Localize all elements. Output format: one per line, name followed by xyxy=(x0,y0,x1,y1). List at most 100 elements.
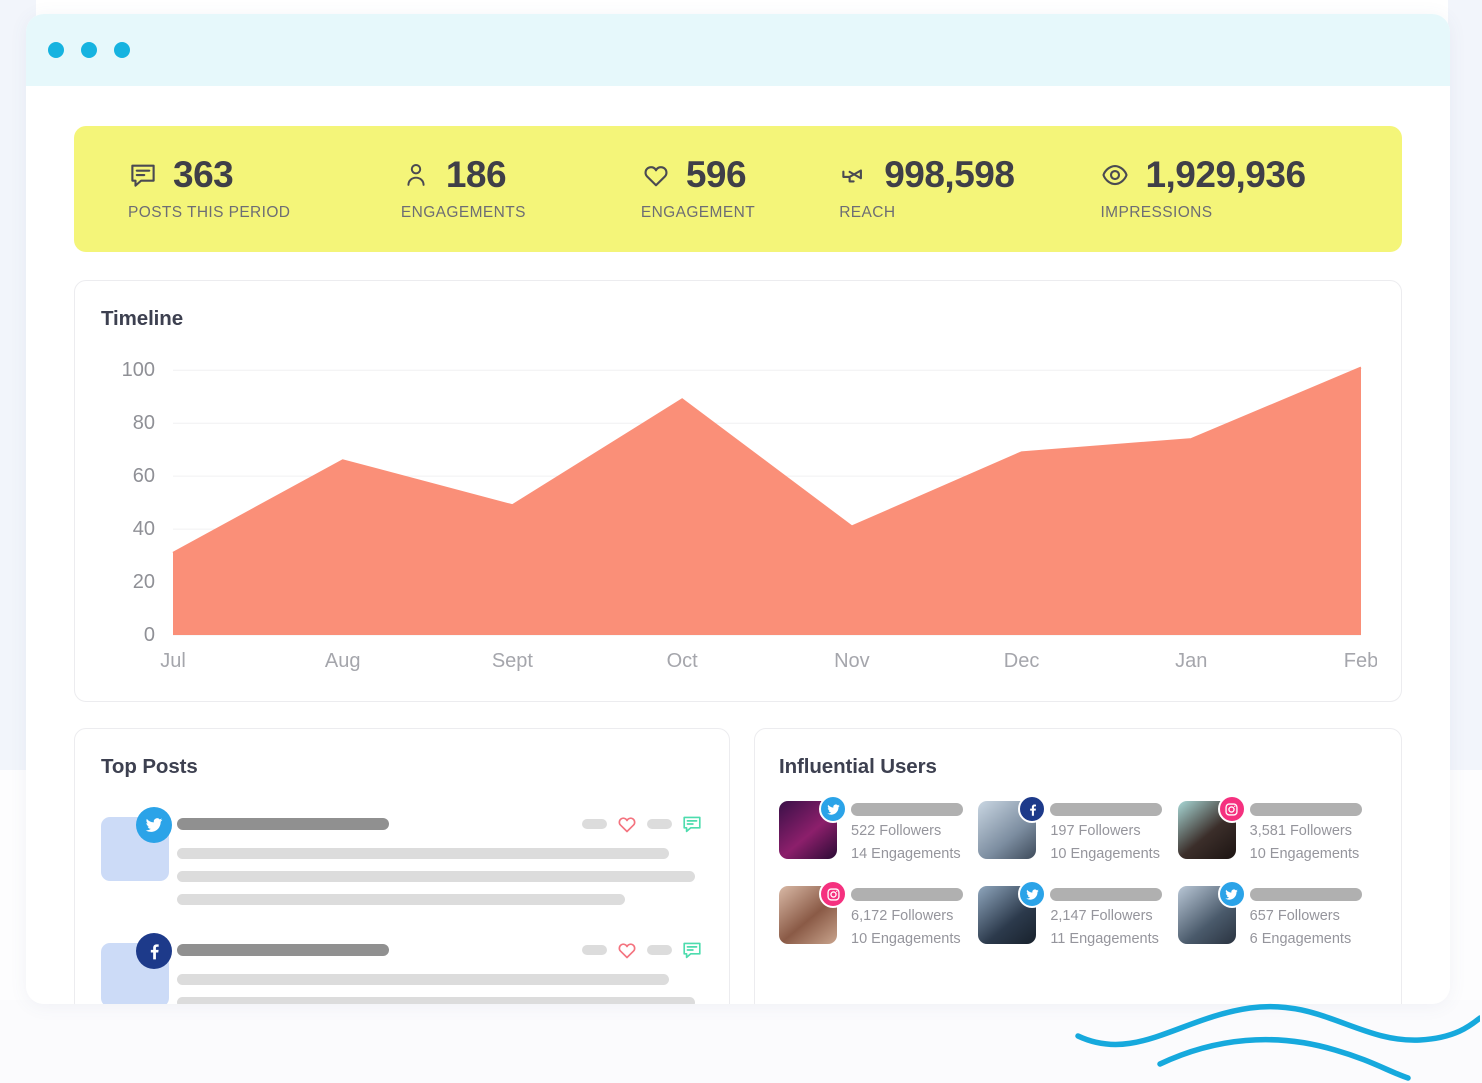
user-info: 197 Followers10 Engagements xyxy=(1050,801,1162,862)
avatar-wrap xyxy=(978,801,1050,862)
area-chart-svg: 020406080100JulAugSeptOctNovDecJanFeb xyxy=(101,349,1377,679)
influential-user-item[interactable]: 657 Followers 6 Engagements xyxy=(1178,886,1377,947)
influential-users-grid: 522 Followers 14 Engagements 197 Followers… xyxy=(779,801,1377,971)
y-axis-tick-label: 20 xyxy=(133,571,155,593)
x-axis-tick-label: Jan xyxy=(1175,650,1207,672)
post-text-placeholder xyxy=(177,848,703,905)
user-followers: 3,581 Followers xyxy=(1250,823,1362,839)
post-line xyxy=(177,974,669,985)
megaphone-icon xyxy=(837,158,871,192)
stats-bar: 363 POSTS THIS PERIOD 186 ENGAGEMENTS xyxy=(74,126,1402,252)
influential-users-title: Influential Users xyxy=(779,755,1377,779)
post-line xyxy=(177,848,669,859)
window-titlebar xyxy=(26,14,1450,86)
avatar-wrap xyxy=(1178,886,1250,947)
top-posts-title: Top Posts xyxy=(101,755,703,779)
user-info: 3,581 Followers 10 Engagements xyxy=(1250,801,1362,862)
comments-count-placeholder xyxy=(647,945,672,955)
influential-user-item[interactable]: 522 Followers 14 Engagements xyxy=(779,801,978,862)
chart-area-fill xyxy=(173,368,1361,635)
influential-user-item[interactable]: 2,147 Followers11 Engagements xyxy=(978,886,1177,947)
user-info: 657 Followers 6 Engagements xyxy=(1250,886,1362,947)
window-dot-maximize[interactable] xyxy=(114,42,130,58)
stat-engagements: 186 ENGAGEMENTS xyxy=(399,156,639,222)
stat-label: ENGAGEMENTS xyxy=(401,204,639,222)
background-tint-bottom xyxy=(0,1000,1482,1083)
timeline-title: Timeline xyxy=(101,307,1375,331)
x-axis-tick-label: Sept xyxy=(492,650,534,672)
instagram-icon xyxy=(819,880,847,908)
stat-reach: 998,598 REACH xyxy=(837,156,1098,222)
likes-count-placeholder xyxy=(582,945,607,955)
user-name-placeholder xyxy=(851,803,963,816)
instagram-icon xyxy=(1218,795,1246,823)
stat-value: 998,598 xyxy=(884,156,1014,193)
user-name-placeholder xyxy=(851,888,963,901)
post-thumbnail-wrap xyxy=(101,807,177,881)
user-engagements: 14 Engagements xyxy=(851,846,963,862)
facebook-icon xyxy=(1018,795,1046,823)
influential-user-item[interactable]: 197 Followers10 Engagements xyxy=(978,801,1177,862)
top-posts-card: Top Posts xyxy=(74,728,730,1004)
y-axis-tick-label: 40 xyxy=(133,518,155,540)
post-item[interactable] xyxy=(101,807,703,905)
stat-value: 1,929,936 xyxy=(1145,156,1305,193)
y-axis-tick-label: 0 xyxy=(144,624,155,646)
heart-icon[interactable] xyxy=(616,813,638,835)
post-title-placeholder xyxy=(177,944,389,956)
user-name-placeholder xyxy=(1050,888,1162,901)
user-followers: 657 Followers xyxy=(1250,908,1362,924)
twitter-icon xyxy=(136,807,172,843)
user-name-placeholder xyxy=(1250,888,1362,901)
y-axis-tick-label: 60 xyxy=(133,465,155,487)
avatar-wrap xyxy=(1178,801,1250,862)
browser-window: 363 POSTS THIS PERIOD 186 ENGAGEMENTS xyxy=(26,14,1450,1004)
comment-icon[interactable] xyxy=(681,813,703,835)
post-text-placeholder xyxy=(177,974,703,1004)
bottom-row: Top Posts xyxy=(74,728,1402,1004)
post-title-placeholder xyxy=(177,818,389,830)
user-followers: 522 Followers xyxy=(851,823,963,839)
stat-engagement: 596 ENGAGEMENT xyxy=(639,156,837,222)
window-dot-minimize[interactable] xyxy=(81,42,97,58)
user-engagements: 10 Engagements xyxy=(1250,846,1362,862)
avatar-wrap xyxy=(779,886,851,947)
comment-icon[interactable] xyxy=(681,939,703,961)
user-engagements: 6 Engagements xyxy=(1250,931,1362,947)
facebook-icon xyxy=(136,933,172,969)
influential-user-item[interactable]: 3,581 Followers 10 Engagements xyxy=(1178,801,1377,862)
timeline-card: Timeline 020406080100JulAugSeptOctNovDec… xyxy=(74,280,1402,702)
influential-user-item[interactable]: 6,172 Followers10 Engagements xyxy=(779,886,978,947)
post-line xyxy=(177,871,695,882)
comments-count-placeholder xyxy=(647,819,672,829)
twitter-icon xyxy=(1218,880,1246,908)
y-axis-tick-label: 100 xyxy=(122,359,155,381)
eye-icon xyxy=(1098,158,1132,192)
stat-label: REACH xyxy=(839,204,1098,222)
post-item[interactable] xyxy=(101,933,703,1004)
window-dot-close[interactable] xyxy=(48,42,64,58)
twitter-icon xyxy=(1018,880,1046,908)
heart-icon[interactable] xyxy=(616,939,638,961)
post-metrics xyxy=(582,939,703,961)
x-axis-tick-label: Oct xyxy=(667,650,699,672)
post-line xyxy=(177,894,625,905)
post-body xyxy=(177,807,703,905)
timeline-chart: 020406080100JulAugSeptOctNovDecJanFeb xyxy=(101,349,1375,679)
x-axis-tick-label: Dec xyxy=(1004,650,1040,672)
post-body xyxy=(177,933,703,1004)
x-axis-tick-label: Nov xyxy=(834,650,870,672)
stat-label: IMPRESSIONS xyxy=(1100,204,1350,222)
comment-icon xyxy=(126,158,160,192)
user-info: 522 Followers 14 Engagements xyxy=(851,801,963,862)
stat-impressions: 1,929,936 IMPRESSIONS xyxy=(1098,156,1350,222)
post-header xyxy=(177,939,703,961)
stat-label: ENGAGEMENT xyxy=(641,204,837,222)
heart-icon xyxy=(639,158,673,192)
avatar-wrap xyxy=(779,801,851,862)
x-axis-tick-label: Feb xyxy=(1344,650,1377,672)
twitter-icon xyxy=(819,795,847,823)
post-thumbnail-wrap xyxy=(101,933,177,1004)
post-line xyxy=(177,997,695,1004)
y-axis-tick-label: 80 xyxy=(133,412,155,434)
